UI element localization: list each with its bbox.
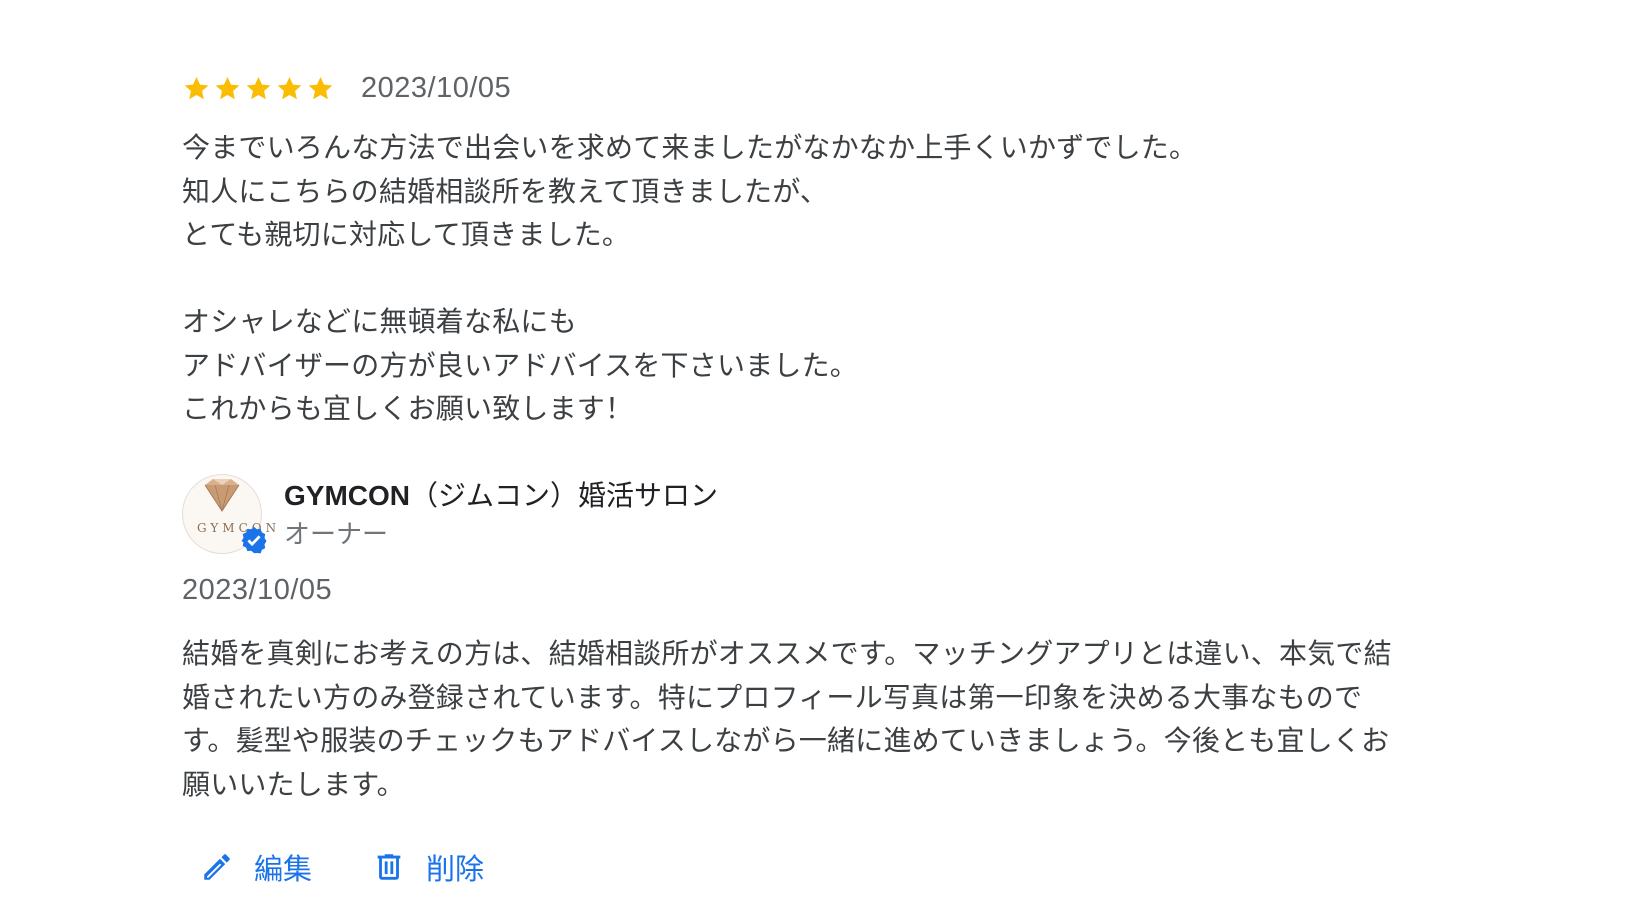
diamond-logo-icon <box>201 477 243 517</box>
star-icon <box>306 74 335 103</box>
reply-text-line: 結婚を真剣にお考えの方は、結婚相談所がオススメです。マッチングアプリとは違い、本… <box>182 637 1392 670</box>
reply-text-line: す。髪型や服装のチェックもアドバイスしながら一緒に進めていきましょう。今後とも宜… <box>182 724 1390 757</box>
reply-date: 2023/10/05 <box>182 574 333 606</box>
delete-button[interactable]: 削除 <box>372 846 484 888</box>
star-icon <box>213 74 242 103</box>
review-text-line: アドバイザーの方が良いアドバイスを下さいました。 <box>182 348 858 382</box>
review-text: 今までいろんな方法で出会いを求めて来ましたがなかなか上手くいかずでした。 知人に… <box>182 126 1522 431</box>
owner-name-rest: （ジムコン）婚活サロン <box>410 479 719 512</box>
reply-text: 結婚を真剣にお考えの方は、結婚相談所がオススメです。マッチングアプリとは違い、本… <box>182 632 1522 806</box>
customer-review: 2023/10/05 今までいろんな方法で出会いを求めて来ましたがなかなか上手く… <box>182 62 1522 431</box>
review-date: 2023/10/05 <box>361 71 512 104</box>
pencil-icon <box>200 850 234 884</box>
owner-info: GYMCON（ジムコン）婚活サロン オーナー <box>284 474 718 552</box>
delete-label: 削除 <box>426 852 485 886</box>
review-text-line: 知人にこちらの結婚相談所を教えて頂きましたが、 <box>182 174 829 208</box>
owner-name-latin: GYMCON <box>284 480 410 511</box>
owner-role-label: オーナー <box>284 520 389 550</box>
edit-button[interactable]: 編集 <box>200 846 312 888</box>
star-icon <box>182 74 211 103</box>
review-text-line: これからも宜しくお願い致します！ <box>182 392 634 425</box>
star-icon <box>275 74 304 103</box>
reply-text-line: 願いいたします。 <box>182 767 405 801</box>
owner-reply: GYMCON GYMCON（ジムコン）婚活サロン オーナー 2023/10/05… <box>182 474 1522 806</box>
reply-actions: 編集 削除 <box>200 846 484 888</box>
reply-text-line: 婚されたい方のみ登録されています。特にプロフィール写真は第一印象を決める大事なも… <box>182 680 1363 714</box>
review-text-line: オシャレなどに無頓着な私にも <box>182 305 577 338</box>
edit-label: 編集 <box>254 852 313 886</box>
verified-badge-icon <box>239 525 269 555</box>
review-text-spacer <box>182 257 1522 301</box>
avatar[interactable]: GYMCON <box>182 474 276 554</box>
trash-icon <box>372 850 406 884</box>
owner-header: GYMCON GYMCON（ジムコン）婚活サロン オーナー <box>182 474 1522 554</box>
rating-row: 2023/10/05 <box>182 62 1522 114</box>
star-rating <box>182 74 335 103</box>
review-text-line: 今までいろんな方法で出会いを求めて来ましたがなかなか上手くいかずでした。 <box>182 131 1198 164</box>
review-text-line: とても親切に対応して頂きました。 <box>182 218 631 251</box>
owner-name[interactable]: GYMCON（ジムコン）婚活サロン <box>284 476 718 516</box>
star-icon <box>244 74 273 103</box>
